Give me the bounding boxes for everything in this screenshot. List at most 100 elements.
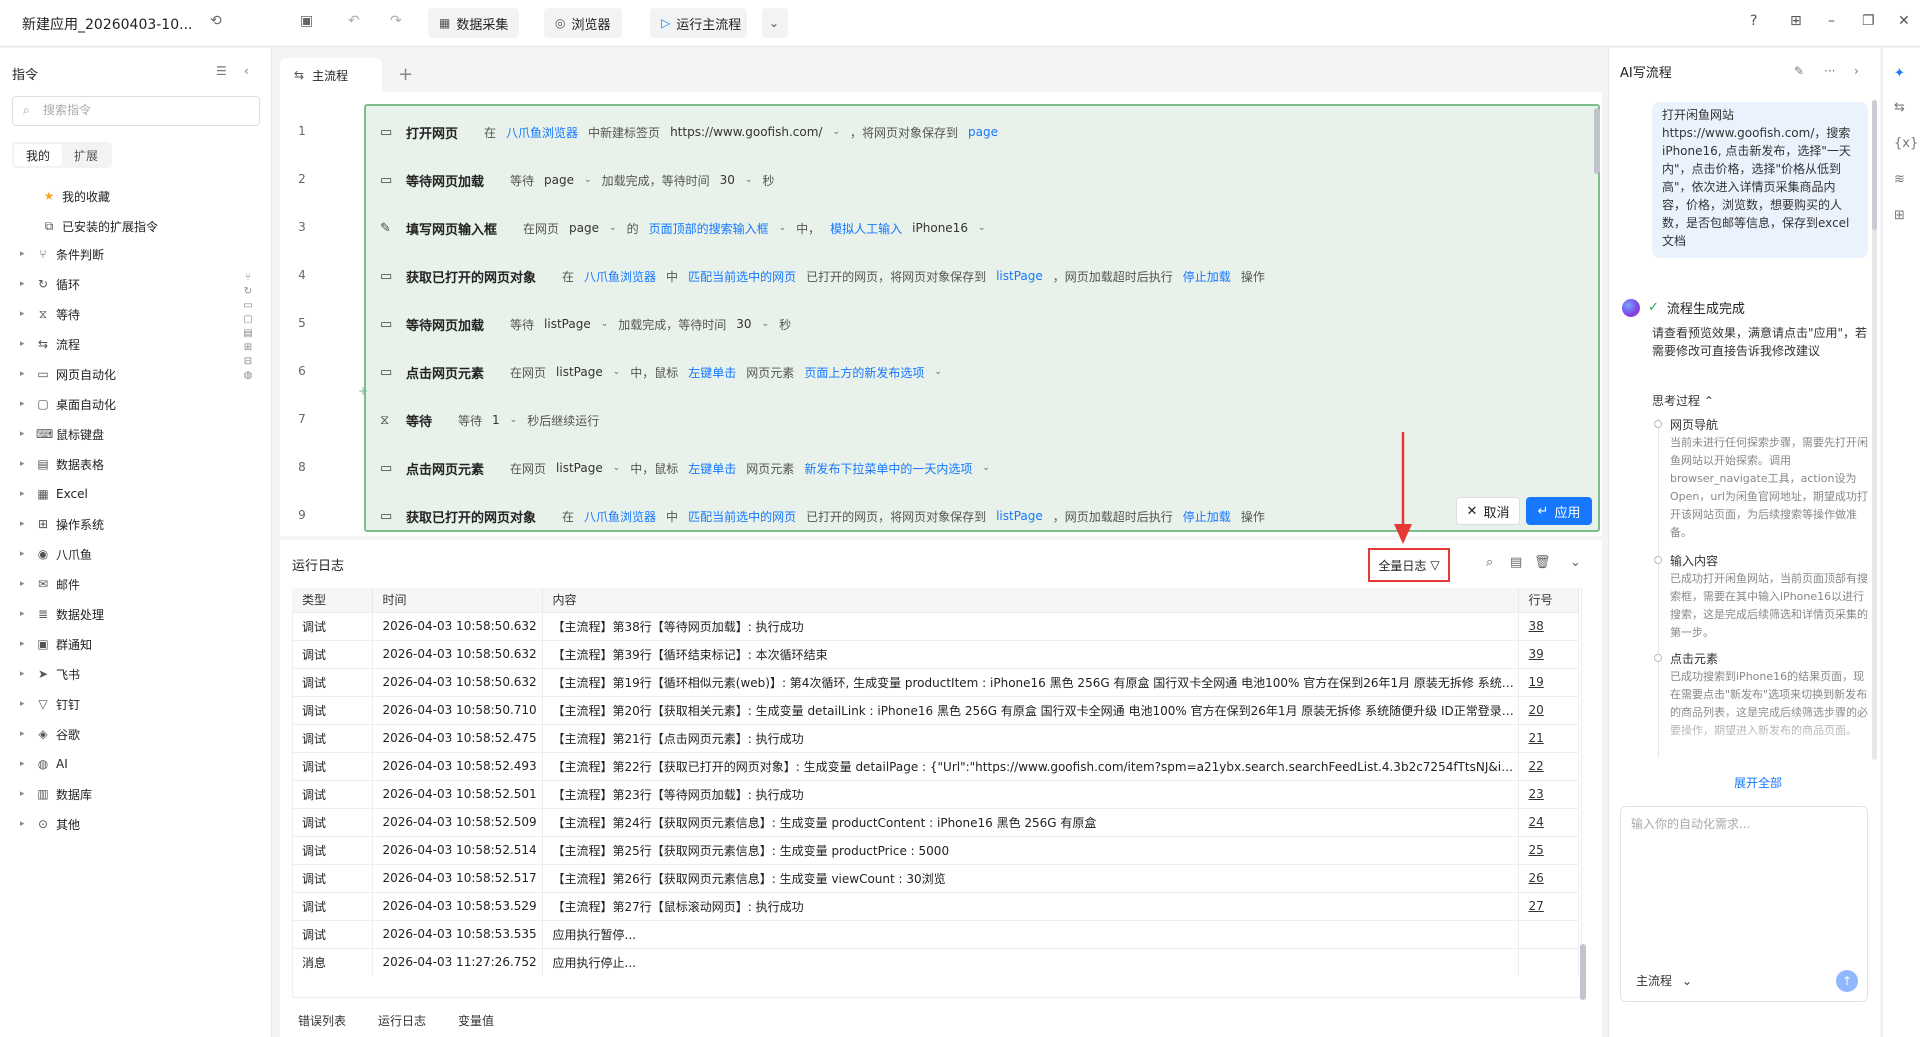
table-row[interactable]: 调试 2026-04-03 10:58:52.493 【主流程】第22行【获取已打开… [292,751,1579,780]
ai-scrollbar[interactable] [1872,100,1877,230]
tree-item[interactable]: ▸ ▽ 钉钉 [20,694,80,714]
step-param-link[interactable]: listPage [996,269,1043,283]
loop-icon[interactable]: ↻ [244,286,252,297]
globe-icon[interactable]: ◍ [244,370,253,381]
flow-step[interactable]: ▭ 打开网页 在八爪鱼浏览器 中新建标签页 https://www.goofish.co… [380,120,998,144]
log-scrollbar[interactable] [1580,944,1586,1000]
thinking-toggle[interactable]: 思考过程 ⌃ [1652,392,1714,409]
chevron-down-icon[interactable]: ⌄ [745,175,753,185]
table-row[interactable]: 调试 2026-04-03 10:58:52.475 【主流程】第21行【点击网页元… [292,723,1579,752]
log-filter-button[interactable]: 全量日志 ▽ [1368,548,1450,582]
table-row[interactable]: 调试 2026-04-03 10:58:53.535 应用执行暂停... [292,919,1579,948]
tree-item[interactable]: ▸ ▢ 桌面自动化 [20,394,116,414]
tree-item[interactable]: ▸ ↻ 循环 [20,274,80,294]
table-row[interactable]: 调试 2026-04-03 10:58:52.509 【主流程】第24行【获取网页元… [292,807,1579,836]
chevron-down-icon[interactable]: ⌄ [601,319,609,329]
step-param-value[interactable]: 30 [736,317,751,331]
chevron-right-icon[interactable]: › [1854,64,1859,78]
export-log-icon[interactable]: ▤ [1510,555,1522,570]
grid-icon[interactable]: ⊞ [1790,13,1802,29]
table-row[interactable]: 调试 2026-04-03 10:58:52.514 【主流程】第25行【获取网页元… [292,835,1579,864]
chevron-down-icon[interactable]: ⌄ [978,223,986,233]
table-row[interactable]: 消息 2026-04-03 11:27:26.752 应用执行停止... [292,947,1579,976]
tree-item[interactable]: ▸ ▤ 数据表格 [20,454,104,474]
tree-item[interactable]: ▸ ⊞ 操作系统 [20,514,104,534]
step-param-value[interactable]: https://www.goofish.com/ [670,125,822,139]
chevron-down-icon[interactable]: ⌄ [762,319,770,329]
step-param-link[interactable]: 八爪鱼浏览器 [584,268,656,285]
tree-item[interactable]: ▸ ⌨ 鼠标键盘 [20,424,104,444]
tree-item[interactable]: ▸ ⊙ 其他 [20,814,80,834]
tree-item[interactable]: ▸ ≣ 数据处理 [20,604,104,624]
step-param-link[interactable]: 匹配当前选中的网页 [688,268,796,285]
send-button[interactable]: ↑ [1836,970,1858,992]
trash-icon[interactable]: 🗑 [1534,555,1551,570]
column-header[interactable]: 类型 [292,588,373,612]
tree-item-installed[interactable]: ⧉ 已安装的扩展指令 [26,216,158,236]
chevron-down-icon[interactable]: ⌄ [779,223,787,233]
flow-icon[interactable]: ⇆ [1894,100,1905,115]
step-param-link[interactable]: 模拟人工输入 [830,220,902,237]
step-param-link[interactable]: 左键单击 [688,460,736,477]
chevron-down-icon[interactable]: ⌄ [510,415,518,425]
process-icon[interactable]: ⊟ [244,356,252,367]
tree-item[interactable]: ▸ ◈ 谷歌 [20,724,80,744]
command-search-input[interactable] [43,103,243,117]
editor-scrollbar[interactable] [1594,108,1600,174]
help-icon[interactable]: ? [1750,13,1757,29]
minimize-icon[interactable]: – [1828,13,1835,29]
step-param-link[interactable]: 停止加载 [1183,268,1231,285]
redo-icon[interactable]: ↷ [390,13,402,29]
column-header[interactable]: 内容 [542,588,1519,612]
step-param-link[interactable]: page [968,125,998,139]
flow-step[interactable]: ▭ 点击网页元素 在网页 listPage ⌄ 中，鼠标 左键单击 网页元素 新发布下拉菜单中的… [380,456,990,480]
row-link[interactable]: 24 [1518,807,1579,836]
row-link[interactable] [1518,947,1579,976]
apps-icon[interactable]: ⊞ [244,342,252,353]
step-param-link[interactable]: 左键单击 [688,364,736,381]
row-link[interactable]: 23 [1518,779,1579,808]
save-icon[interactable]: ▣ [300,13,313,29]
step-param-link[interactable]: 新发布下拉菜单中的一天内选项 [804,460,972,477]
command-search[interactable]: ⌕ [12,96,260,126]
step-param-value[interactable]: 30 [720,173,735,187]
collapse-list-icon[interactable]: ☰ [216,64,227,78]
chevron-down-icon[interactable]: ⌄ [584,175,592,185]
step-param-value[interactable]: listPage [556,365,603,379]
run-options-dropdown[interactable]: ⌄ [762,8,788,38]
row-link[interactable]: 22 [1518,751,1579,780]
variable-icon[interactable]: {x} [1894,136,1918,151]
step-param-link[interactable]: 八爪鱼浏览器 [506,124,578,141]
step-param-value[interactable]: 1 [492,413,500,427]
chevron-down-icon[interactable]: ⌄ [1570,555,1581,570]
column-header[interactable]: 时间 [372,588,543,612]
row-link[interactable]: 38 [1518,611,1579,640]
more-icon[interactable]: ··· [1824,64,1835,78]
window-icon[interactable]: ▭ [243,300,252,311]
row-link[interactable]: 19 [1518,667,1579,696]
undo-icon[interactable]: ↶ [348,13,360,29]
tree-item[interactable]: ▸ ✉ 邮件 [20,574,80,594]
row-link[interactable]: 27 [1518,891,1579,920]
chevron-down-icon[interactable]: ⌄ [613,463,621,473]
history-icon[interactable]: ⟲ [210,13,222,29]
branch-icon[interactable]: ⑂ [245,272,251,283]
apps-icon[interactable]: ⊞ [1894,208,1905,223]
table-row[interactable]: 调试 2026-04-03 10:58:50.710 【主流程】第20行【获取相关元… [292,695,1579,724]
chevron-down-icon[interactable]: ⌄ [982,463,990,473]
restore-icon[interactable]: ❐ [1862,13,1875,29]
tree-item[interactable]: ▸ ▥ 数据库 [20,784,92,804]
tab-mine[interactable]: 我的 [14,144,63,166]
tree-item[interactable]: ▸ ▦ Excel [20,484,88,504]
table-row[interactable]: 调试 2026-04-03 10:58:50.632 【主流程】第38行【等待网页加… [292,611,1579,640]
row-link[interactable]: 20 [1518,695,1579,724]
cancel-button[interactable]: ✕ 取消 [1456,497,1520,525]
step-param-value[interactable]: listPage [544,317,591,331]
apply-button[interactable]: ↵ 应用 [1526,497,1592,525]
chevron-down-icon[interactable]: ⌄ [832,127,840,137]
monitor-icon[interactable]: ▢ [243,314,252,325]
tree-item[interactable]: ▸ ◍ AI [20,754,68,774]
browser-button[interactable]: ◎ 浏览器 [544,8,622,38]
sparkle-icon[interactable]: ✦ [1894,66,1905,81]
flow-step[interactable]: ▭ 获取已打开的网页对象 在八爪鱼浏览器中匹配当前选中的网页 已打开的网页，将网页对象… [380,504,1265,528]
